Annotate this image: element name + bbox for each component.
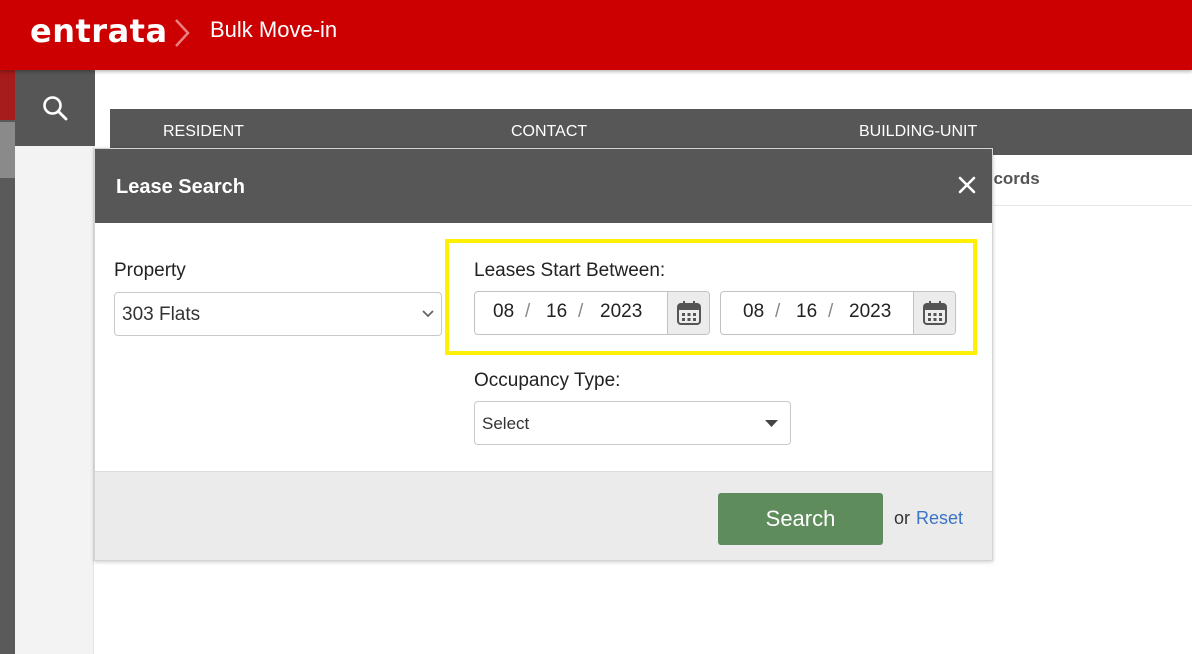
reset-link[interactable]: Reset: [916, 508, 963, 529]
date-separator: /: [828, 301, 834, 322]
chevron-down-icon: [422, 310, 434, 318]
lease-search-modal: Lease Search Property 303 Flats Leases S…: [94, 148, 993, 561]
page-title: Bulk Move-in: [210, 17, 338, 42]
end-calendar-button[interactable]: [913, 292, 955, 334]
modal-footer: Search or Reset: [95, 471, 992, 560]
lease-start-label: Leases Start Between:: [474, 260, 666, 281]
entrata-logo[interactable]: entrata: [30, 12, 168, 50]
modal-title: Lease Search: [116, 176, 245, 198]
modal-header: Lease Search: [95, 149, 992, 223]
start-day-input[interactable]: 16: [546, 301, 567, 323]
occupancy-type-label: Occupancy Type:: [474, 370, 621, 391]
chevron-right-icon: [175, 19, 190, 47]
occupancy-type-select[interactable]: Select: [474, 401, 791, 445]
close-button[interactable]: [955, 173, 979, 197]
property-select[interactable]: 303 Flats: [114, 292, 442, 336]
start-month-input[interactable]: 08: [493, 301, 514, 323]
end-day-input[interactable]: 16: [796, 301, 817, 323]
divider: [984, 205, 1192, 206]
search-icon: [43, 96, 68, 121]
modal-body: Property 303 Flats Leases Start Between:…: [95, 223, 992, 471]
calendar-icon: [922, 301, 947, 325]
property-select-value: 303 Flats: [122, 304, 201, 325]
top-bar: entrata Bulk Move-in: [0, 0, 1192, 70]
left-column: [15, 146, 94, 654]
occupancy-select-value: Select: [482, 414, 530, 433]
caret-down-icon: [765, 420, 778, 427]
date-separator: /: [578, 301, 584, 322]
start-year-input[interactable]: 2023: [600, 301, 642, 323]
lease-start-from-date[interactable]: 08 / 16 / 2023: [474, 291, 710, 335]
lease-start-to-date[interactable]: 08 / 16 / 2023: [720, 291, 956, 335]
date-separator: /: [525, 301, 531, 322]
end-year-input[interactable]: 2023: [849, 301, 891, 323]
calendar-icon: [676, 301, 701, 325]
property-label: Property: [114, 260, 186, 281]
left-sidebar-strip: [0, 70, 15, 654]
end-month-input[interactable]: 08: [743, 301, 764, 323]
or-text: or: [894, 508, 911, 528]
search-button-sidebar[interactable]: [15, 70, 95, 146]
date-separator: /: [775, 301, 781, 322]
close-icon: [958, 176, 976, 194]
start-calendar-button[interactable]: [667, 292, 709, 334]
search-button[interactable]: Search: [718, 493, 883, 545]
